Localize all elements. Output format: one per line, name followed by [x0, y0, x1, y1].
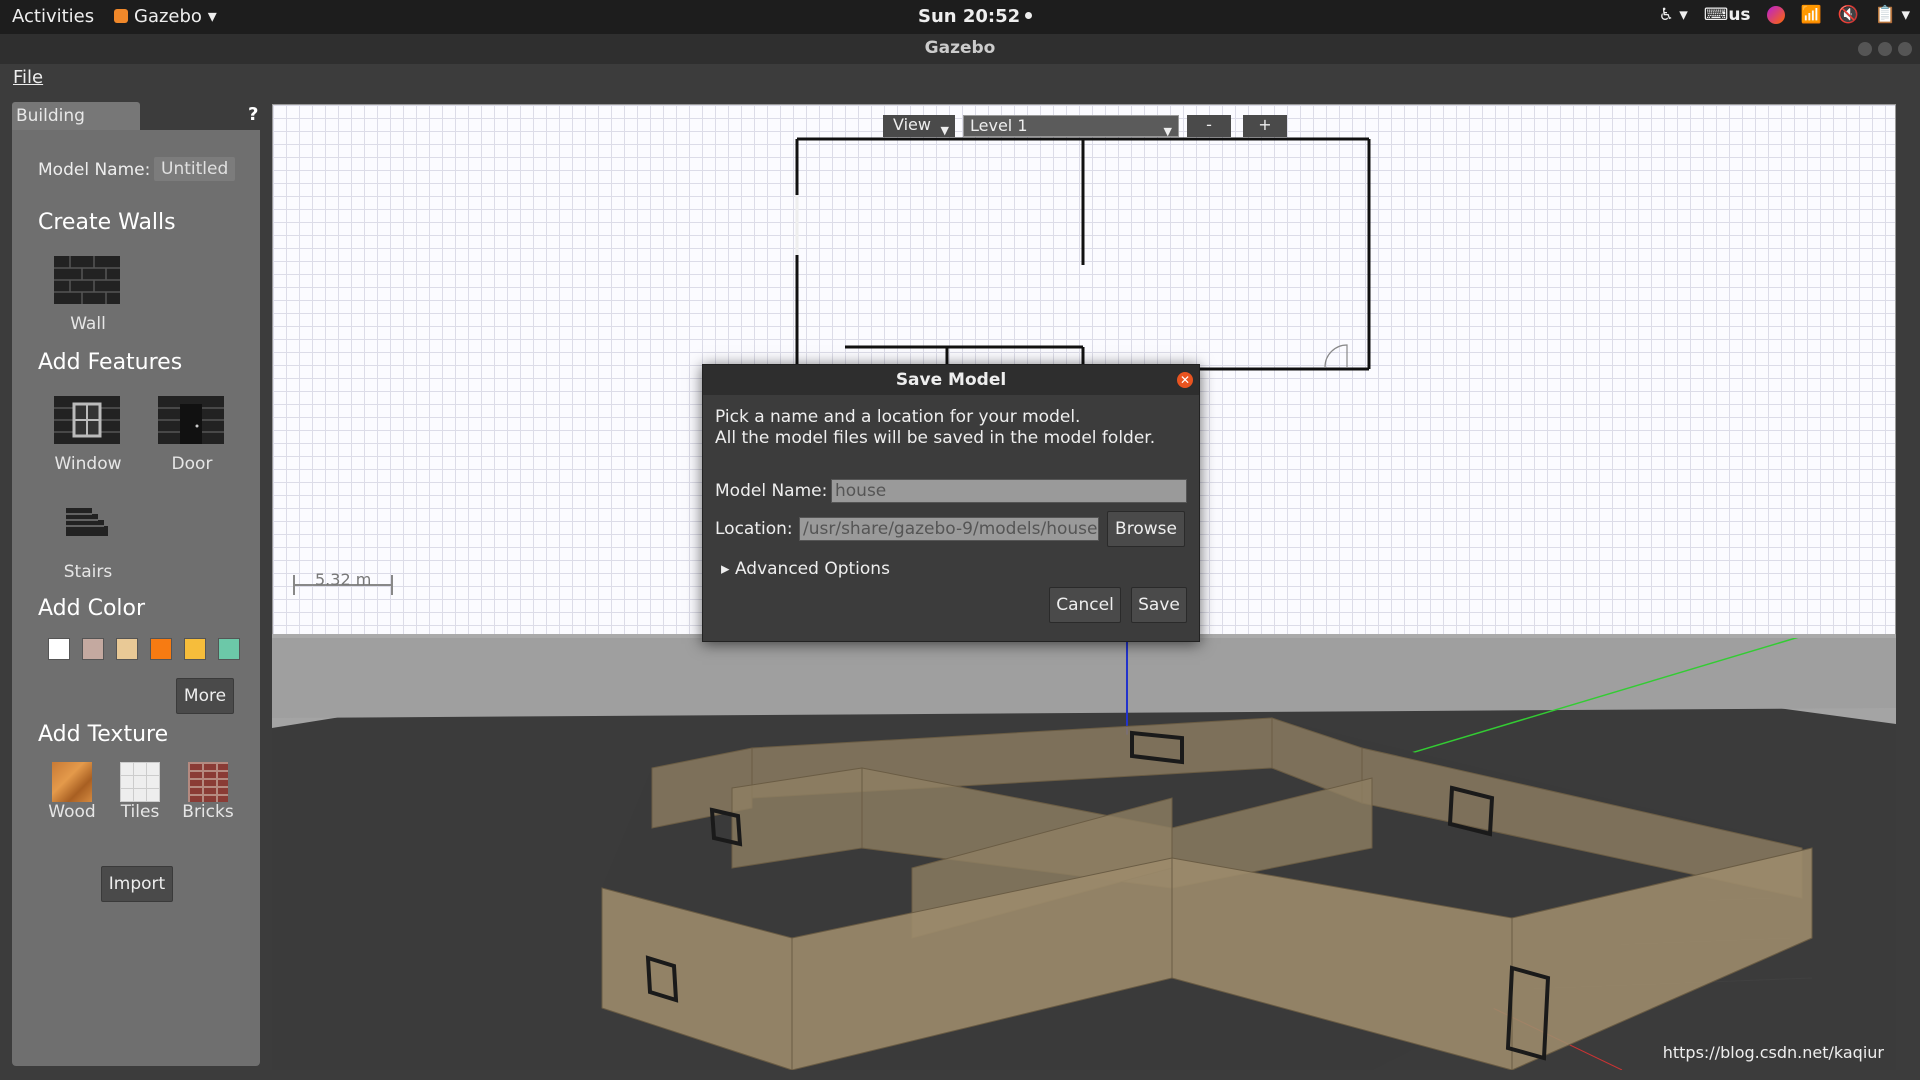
model-name-field-label: Model Name:: [715, 481, 828, 501]
save-button[interactable]: Save: [1131, 587, 1187, 623]
bricks-label: Bricks: [182, 802, 234, 822]
window-icon[interactable]: [54, 396, 120, 444]
location-field-label: Location:: [715, 519, 793, 539]
door-icon[interactable]: [158, 396, 224, 444]
view-menu-label: View: [893, 115, 931, 134]
gazebo-app-icon: [114, 9, 128, 23]
dialog-title: Save Model: [703, 365, 1199, 395]
color-swatch-orange[interactable]: [150, 638, 172, 660]
create-walls-heading: Create Walls: [38, 210, 176, 235]
cancel-button[interactable]: Cancel: [1049, 587, 1121, 623]
menu-file[interactable]: File: [13, 67, 43, 88]
color-swatch-yellow[interactable]: [184, 638, 206, 660]
stairs-icon[interactable]: [60, 504, 110, 540]
wood-texture-icon[interactable]: [52, 762, 92, 802]
color-swatch-white[interactable]: [48, 638, 70, 660]
close-icon[interactable]: [1898, 42, 1912, 56]
door-label: Door: [171, 454, 213, 474]
floorplan-door: [1324, 344, 1348, 368]
tiles-texture-icon[interactable]: [120, 762, 160, 802]
system-tray: ♿ ▾ ⌨us 📶 🔇 📋 ▾: [1659, 5, 1910, 25]
app-menu[interactable]: Gazebo ▾: [114, 6, 217, 27]
close-icon[interactable]: ✕: [1177, 372, 1193, 388]
level-select-value: Level 1: [970, 116, 1028, 135]
bricks-texture-icon[interactable]: [188, 762, 228, 802]
3d-viewport[interactable]: https://blog.csdn.net/kaqiur: [272, 638, 1896, 1070]
accessibility-icon[interactable]: ♿ ▾: [1659, 5, 1688, 25]
browse-button[interactable]: Browse: [1107, 511, 1185, 547]
remove-level-button[interactable]: -: [1187, 115, 1231, 137]
system-top-bar: Activities Gazebo ▾ Sun 20:52 ♿ ▾ ⌨us 📶 …: [0, 0, 1920, 34]
save-model-dialog: Save Model ✕ Pick a name and a location …: [702, 364, 1200, 642]
maximize-icon[interactable]: [1878, 42, 1892, 56]
color-swatch-green[interactable]: [218, 638, 240, 660]
app-menu-label: Gazebo: [134, 6, 202, 27]
model-name-label: Model Name:: [38, 160, 151, 180]
dialog-instructions-line1: Pick a name and a location for your mode…: [715, 407, 1081, 427]
wall-icon[interactable]: [54, 256, 120, 304]
chevron-down-icon: ▾: [207, 6, 217, 27]
window-title: Gazebo: [924, 38, 996, 58]
scale-bar-label: 5.32 m: [315, 570, 372, 589]
color-swatch-tan[interactable]: [116, 638, 138, 660]
tab-building-editor[interactable]: Building Editor: [12, 102, 140, 154]
chevron-down-icon: ▼: [940, 124, 949, 137]
3d-scene: [272, 638, 1896, 1070]
chevron-down-icon: ▼: [1163, 125, 1172, 138]
level-select[interactable]: Level 1 ▼: [963, 115, 1179, 138]
notification-dot-icon: [1025, 12, 1033, 19]
wifi-icon[interactable]: 📶: [1801, 5, 1822, 25]
view-menu-button[interactable]: View ▼: [883, 115, 955, 137]
location-input[interactable]: /usr/share/gazebo-9/models/house: [799, 517, 1099, 541]
advanced-options-expander[interactable]: ▸ Advanced Options: [721, 559, 890, 579]
color-picker-icon[interactable]: [1766, 6, 1785, 24]
volume-muted-icon[interactable]: 🔇: [1838, 5, 1859, 25]
keyboard-layout[interactable]: ⌨us: [1704, 5, 1751, 25]
model-name-value: Untitled: [154, 157, 236, 181]
chevron-right-icon: ▸: [721, 559, 730, 579]
color-swatch-beige[interactable]: [82, 638, 104, 660]
building-editor-panel: Model Name: Untitled Create Walls Wall A…: [12, 130, 260, 1066]
window-title-bar: Gazebo: [0, 34, 1920, 64]
keyboard-icon: ⌨: [1703, 5, 1729, 25]
minimize-icon[interactable]: [1858, 42, 1872, 56]
menu-bar: File: [0, 64, 1920, 94]
help-button[interactable]: ?: [248, 104, 258, 125]
window-controls: [1858, 42, 1912, 56]
stairs-label: Stairs: [63, 562, 113, 582]
add-texture-heading: Add Texture: [38, 722, 169, 747]
clock-label: Sun 20:52: [918, 6, 1021, 27]
more-colors-button[interactable]: More: [176, 678, 234, 714]
add-features-heading: Add Features: [38, 350, 183, 375]
clock[interactable]: Sun 20:52: [918, 6, 1033, 27]
clipboard-icon[interactable]: 📋 ▾: [1875, 5, 1910, 25]
watermark-url: https://blog.csdn.net/kaqiur: [1662, 1043, 1884, 1062]
model-name-input[interactable]: house: [831, 479, 1187, 503]
add-color-heading: Add Color: [38, 596, 146, 621]
add-level-button[interactable]: +: [1243, 115, 1287, 137]
advanced-options-label: Advanced Options: [734, 559, 890, 579]
import-button[interactable]: Import: [101, 866, 173, 902]
keyboard-layout-label: us: [1728, 5, 1751, 25]
wall-label: Wall: [70, 314, 106, 334]
window-label: Window: [54, 454, 122, 474]
dialog-instructions-line2: All the model files will be saved in the…: [715, 428, 1156, 448]
activities-button[interactable]: Activities: [12, 6, 94, 27]
